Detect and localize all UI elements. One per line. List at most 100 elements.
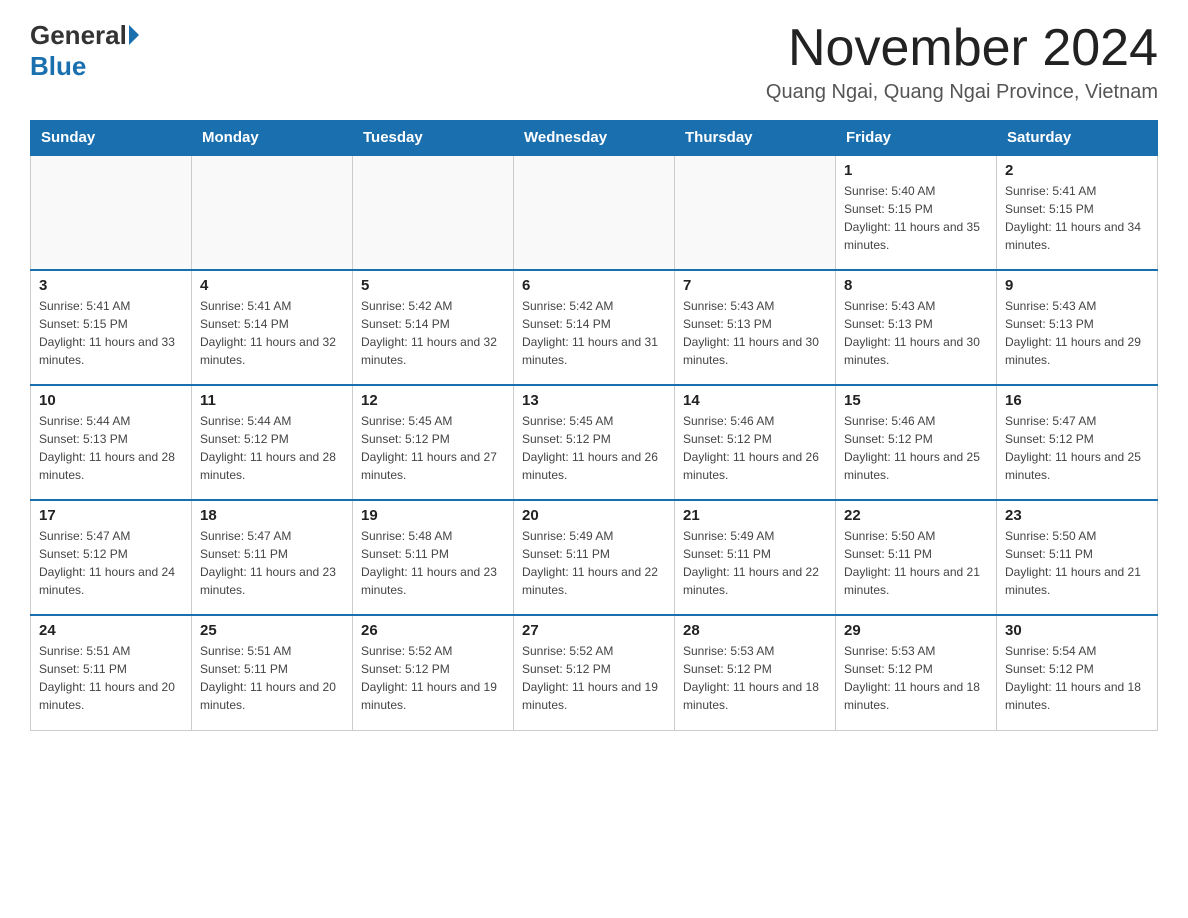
day-cell: 3 Sunrise: 5:41 AMSunset: 5:15 PMDaylight… (31, 270, 192, 385)
day-cell: 21 Sunrise: 5:49 AMSunset: 5:11 PMDayligh… (675, 500, 836, 615)
day-cell: 5 Sunrise: 5:42 AMSunset: 5:14 PMDaylight… (353, 270, 514, 385)
day-cell: 12 Sunrise: 5:45 AMSunset: 5:12 PMDayligh… (353, 385, 514, 500)
day-cell: 20 Sunrise: 5:49 AMSunset: 5:11 PMDayligh… (514, 500, 675, 615)
day-info: Sunrise: 5:50 AMSunset: 5:11 PMDaylight:… (1005, 529, 1141, 597)
header-row: SundayMondayTuesdayWednesdayThursdayFrid… (31, 121, 1158, 156)
day-number: 13 (522, 392, 666, 409)
day-info: Sunrise: 5:54 AMSunset: 5:12 PMDaylight:… (1005, 644, 1141, 712)
day-info: Sunrise: 5:45 AMSunset: 5:12 PMDaylight:… (361, 414, 497, 482)
day-cell: 18 Sunrise: 5:47 AMSunset: 5:11 PMDayligh… (192, 500, 353, 615)
day-info: Sunrise: 5:46 AMSunset: 5:12 PMDaylight:… (683, 414, 819, 482)
day-cell (514, 155, 675, 270)
day-cell: 28Sunrise: 5:53 AMSunset: 5:12 PMDayligh… (675, 615, 836, 730)
day-cell: 10Sunrise: 5:44 AMSunset: 5:13 PMDayligh… (31, 385, 192, 500)
day-info: Sunrise: 5:41 AMSunset: 5:15 PMDaylight:… (1005, 184, 1141, 252)
day-number: 7 (683, 277, 827, 294)
day-info: Sunrise: 5:47 AMSunset: 5:12 PMDaylight:… (1005, 414, 1141, 482)
day-info: Sunrise: 5:53 AMSunset: 5:12 PMDaylight:… (844, 644, 980, 712)
week-row-2: 3 Sunrise: 5:41 AMSunset: 5:15 PMDaylight… (31, 270, 1158, 385)
day-cell: 15 Sunrise: 5:46 AMSunset: 5:12 PMDayligh… (836, 385, 997, 500)
day-number: 30 (1005, 622, 1149, 639)
day-cell: 1 Sunrise: 5:40 AMSunset: 5:15 PMDaylight… (836, 155, 997, 270)
day-number: 17 (39, 507, 183, 524)
week-row-4: 17 Sunrise: 5:47 AMSunset: 5:12 PMDayligh… (31, 500, 1158, 615)
day-number: 20 (522, 507, 666, 524)
day-cell: 25 Sunrise: 5:51 AMSunset: 5:11 PMDayligh… (192, 615, 353, 730)
day-cell: 14Sunrise: 5:46 AMSunset: 5:12 PMDayligh… (675, 385, 836, 500)
day-cell: 19 Sunrise: 5:48 AMSunset: 5:11 PMDayligh… (353, 500, 514, 615)
day-info: Sunrise: 5:46 AMSunset: 5:12 PMDaylight:… (844, 414, 980, 482)
day-info: Sunrise: 5:52 AMSunset: 5:12 PMDaylight:… (361, 644, 497, 712)
day-info: Sunrise: 5:48 AMSunset: 5:11 PMDaylight:… (361, 529, 497, 597)
day-number: 24 (39, 622, 183, 639)
day-number: 15 (844, 392, 988, 409)
day-number: 3 (39, 277, 183, 294)
day-number: 22 (844, 507, 988, 524)
day-info: Sunrise: 5:49 AMSunset: 5:11 PMDaylight:… (522, 529, 658, 597)
day-info: Sunrise: 5:42 AMSunset: 5:14 PMDaylight:… (522, 299, 658, 367)
day-number: 2 (1005, 162, 1149, 179)
day-number: 9 (1005, 277, 1149, 294)
day-cell: 9 Sunrise: 5:43 AMSunset: 5:13 PMDaylight… (997, 270, 1158, 385)
day-info: Sunrise: 5:44 AMSunset: 5:13 PMDaylight:… (39, 414, 175, 482)
week-row-5: 24 Sunrise: 5:51 AMSunset: 5:11 PMDayligh… (31, 615, 1158, 730)
day-info: Sunrise: 5:47 AMSunset: 5:12 PMDaylight:… (39, 529, 175, 597)
day-info: Sunrise: 5:51 AMSunset: 5:11 PMDaylight:… (200, 644, 336, 712)
day-number: 5 (361, 277, 505, 294)
day-number: 23 (1005, 507, 1149, 524)
day-info: Sunrise: 5:43 AMSunset: 5:13 PMDaylight:… (683, 299, 819, 367)
day-info: Sunrise: 5:43 AMSunset: 5:13 PMDaylight:… (1005, 299, 1141, 367)
day-cell: 2 Sunrise: 5:41 AMSunset: 5:15 PMDaylight… (997, 155, 1158, 270)
day-number: 27 (522, 622, 666, 639)
week-row-1: 1 Sunrise: 5:40 AMSunset: 5:15 PMDaylight… (31, 155, 1158, 270)
day-cell (675, 155, 836, 270)
day-cell (353, 155, 514, 270)
header-cell-friday: Friday (836, 121, 997, 156)
day-number: 8 (844, 277, 988, 294)
day-cell: 26Sunrise: 5:52 AMSunset: 5:12 PMDayligh… (353, 615, 514, 730)
day-info: Sunrise: 5:45 AMSunset: 5:12 PMDaylight:… (522, 414, 658, 482)
week-row-3: 10Sunrise: 5:44 AMSunset: 5:13 PMDayligh… (31, 385, 1158, 500)
day-number: 28 (683, 622, 827, 639)
day-info: Sunrise: 5:42 AMSunset: 5:14 PMDaylight:… (361, 299, 497, 367)
header-cell-thursday: Thursday (675, 121, 836, 156)
header-cell-wednesday: Wednesday (514, 121, 675, 156)
day-number: 19 (361, 507, 505, 524)
day-number: 6 (522, 277, 666, 294)
day-info: Sunrise: 5:50 AMSunset: 5:11 PMDaylight:… (844, 529, 980, 597)
day-cell: 4Sunrise: 5:41 AMSunset: 5:14 PMDaylight… (192, 270, 353, 385)
day-cell: 6 Sunrise: 5:42 AMSunset: 5:14 PMDaylight… (514, 270, 675, 385)
day-number: 29 (844, 622, 988, 639)
day-info: Sunrise: 5:52 AMSunset: 5:12 PMDaylight:… (522, 644, 658, 712)
day-cell (31, 155, 192, 270)
day-cell: 8Sunrise: 5:43 AMSunset: 5:13 PMDaylight… (836, 270, 997, 385)
header-cell-saturday: Saturday (997, 121, 1158, 156)
logo-blue-part (127, 27, 139, 45)
day-info: Sunrise: 5:47 AMSunset: 5:11 PMDaylight:… (200, 529, 336, 597)
day-cell (192, 155, 353, 270)
calendar-table: SundayMondayTuesdayWednesdayThursdayFrid… (30, 120, 1158, 731)
day-number: 25 (200, 622, 344, 639)
day-number: 1 (844, 162, 988, 179)
calendar-header: SundayMondayTuesdayWednesdayThursdayFrid… (31, 121, 1158, 156)
month-title: November 2024 (766, 20, 1158, 77)
day-cell: 22 Sunrise: 5:50 AMSunset: 5:11 PMDayligh… (836, 500, 997, 615)
day-cell: 16 Sunrise: 5:47 AMSunset: 5:12 PMDayligh… (997, 385, 1158, 500)
day-cell: 24Sunrise: 5:51 AMSunset: 5:11 PMDayligh… (31, 615, 192, 730)
day-cell: 27 Sunrise: 5:52 AMSunset: 5:12 PMDayligh… (514, 615, 675, 730)
day-number: 16 (1005, 392, 1149, 409)
day-cell: 13 Sunrise: 5:45 AMSunset: 5:12 PMDayligh… (514, 385, 675, 500)
day-cell: 17 Sunrise: 5:47 AMSunset: 5:12 PMDayligh… (31, 500, 192, 615)
day-cell: 23 Sunrise: 5:50 AMSunset: 5:11 PMDayligh… (997, 500, 1158, 615)
page-header: General Blue November 2024 Quang Ngai, Q… (30, 20, 1158, 104)
day-cell: 11Sunrise: 5:44 AMSunset: 5:12 PMDayligh… (192, 385, 353, 500)
day-number: 18 (200, 507, 344, 524)
day-number: 12 (361, 392, 505, 409)
day-number: 21 (683, 507, 827, 524)
logo: General Blue (30, 20, 139, 82)
day-cell: 30 Sunrise: 5:54 AMSunset: 5:12 PMDayligh… (997, 615, 1158, 730)
day-info: Sunrise: 5:41 AMSunset: 5:15 PMDaylight:… (39, 299, 175, 367)
day-info: Sunrise: 5:40 AMSunset: 5:15 PMDaylight:… (844, 184, 980, 252)
day-info: Sunrise: 5:49 AMSunset: 5:11 PMDaylight:… (683, 529, 819, 597)
day-info: Sunrise: 5:41 AMSunset: 5:14 PMDaylight:… (200, 299, 336, 367)
